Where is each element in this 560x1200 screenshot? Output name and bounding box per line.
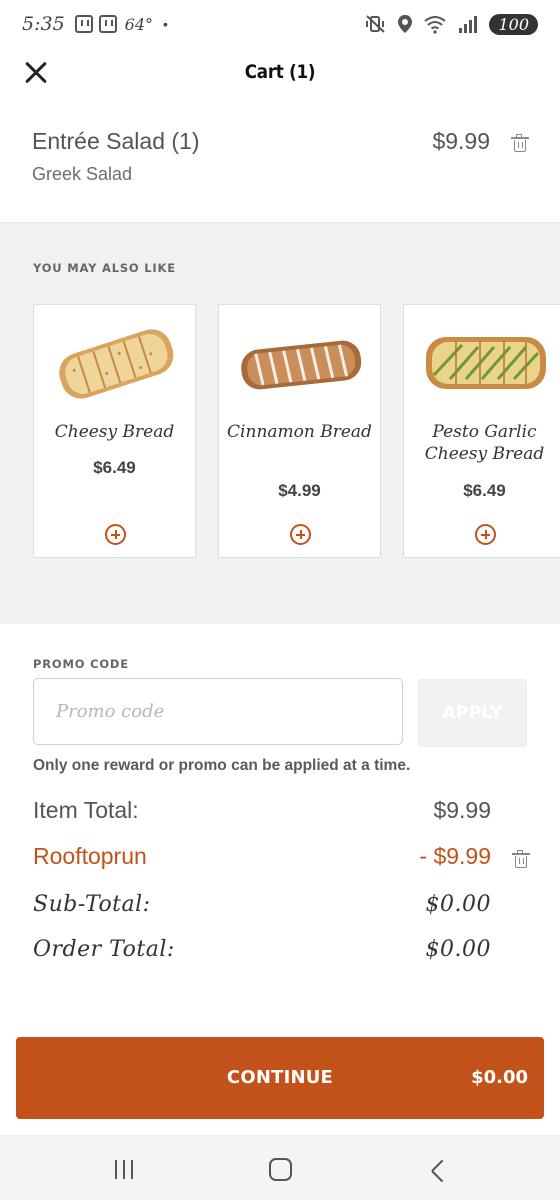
suggestion-card-cinnamon-bread[interactable]: Cinnamon Bread $4.99: [218, 304, 381, 558]
close-icon[interactable]: [20, 54, 50, 90]
suggestion-name: Cheesy Bread: [54, 422, 175, 442]
promo-code-input[interactable]: [33, 678, 403, 745]
promo-note: Only one reward or promo can be applied …: [33, 757, 411, 774]
suggestion-card-pesto-garlic-cheesy-bread[interactable]: Pesto Garlic Cheesy Bread $6.49: [403, 304, 560, 558]
status-temperature: 64°: [124, 14, 154, 34]
subtotal-value: $0.00: [425, 892, 491, 917]
add-plus-icon[interactable]: [475, 524, 496, 545]
cheesy-bread-image: [59, 329, 174, 399]
signal-icon: [459, 16, 478, 33]
cart-item: Entrée Salad (1) Greek Salad $9.99: [0, 96, 560, 222]
subtotal-label: Sub-Total:: [33, 892, 151, 917]
status-right-icons: 100: [365, 13, 538, 35]
pesto-bread-image: [426, 337, 546, 389]
add-plus-icon[interactable]: [290, 524, 311, 545]
item-total-row: Item Total: $9.99: [33, 797, 491, 831]
continue-total: $0.00: [471, 1067, 528, 1088]
suggestion-price: $4.99: [278, 481, 321, 500]
cart-item-description: Greek Salad: [32, 164, 133, 184]
back-icon[interactable]: [430, 1158, 450, 1182]
location-icon: [398, 15, 413, 33]
subtotal-row: Sub-Total: $0.00: [33, 892, 491, 926]
suggestions-heading: YOU MAY ALSO LIKE: [33, 261, 176, 275]
vibrate-mute-icon: [366, 15, 386, 33]
order-total-row: Order Total: $0.00: [33, 937, 491, 971]
reward-value: - $9.99: [419, 843, 491, 869]
continue-label: CONTINUE: [226, 1067, 334, 1088]
cart-item-price: $9.99: [432, 128, 490, 154]
cart-screen: 5:35 64° • 100 Cart (1) Entrée Salad (1)…: [0, 0, 560, 1200]
suggestion-name: Cinnamon Bread: [227, 422, 372, 442]
suggestion-price: $6.49: [93, 458, 136, 477]
reward-label: Rooftoprun: [33, 843, 147, 869]
status-more-dot: •: [163, 16, 168, 32]
order-total-label: Order Total:: [33, 937, 175, 962]
item-total-value: $9.99: [433, 797, 491, 823]
suggestions-section: YOU MAY ALSO LIKE Cheesy Bread $6.49 Cin…: [0, 222, 560, 624]
suggestion-card-cheesy-bread[interactable]: Cheesy Bread $6.49: [33, 304, 196, 558]
twitch-notification-icon: [74, 15, 93, 33]
suggestions-carousel[interactable]: Cheesy Bread $6.49 Cinnamon Bread $4.99 …: [33, 304, 560, 558]
remove-reward-trash-icon[interactable]: [512, 850, 530, 868]
cart-item-name: Entrée Salad (1): [32, 128, 200, 154]
home-icon[interactable]: [269, 1158, 292, 1181]
suggestion-price: $6.49: [463, 481, 506, 500]
order-total-value: $0.00: [425, 937, 491, 962]
remove-item-trash-icon[interactable]: [511, 134, 529, 152]
status-time: 5:35: [22, 13, 65, 35]
page-title: Cart (1): [244, 61, 316, 83]
apply-promo-button[interactable]: APPLY: [418, 679, 527, 747]
item-total-label: Item Total:: [33, 797, 139, 823]
battery-level: 100: [489, 13, 538, 35]
app-header: Cart (1): [0, 48, 560, 96]
add-plus-icon[interactable]: [105, 524, 126, 545]
reward-row: Rooftoprun - $9.99: [33, 843, 530, 877]
status-bar: 5:35 64° • 100: [0, 0, 560, 48]
wifi-icon: [424, 16, 447, 34]
suggestion-name: Pesto Garlic Cheesy Bread: [424, 422, 545, 464]
recent-apps-icon[interactable]: [113, 1160, 135, 1179]
twitch-notification-icon-2: [98, 15, 117, 33]
system-nav-bar: [0, 1135, 560, 1200]
cinnamon-bread-image: [241, 340, 362, 390]
continue-button[interactable]: CONTINUE $0.00: [16, 1037, 544, 1119]
promo-code-heading: PROMO CODE: [33, 657, 129, 671]
